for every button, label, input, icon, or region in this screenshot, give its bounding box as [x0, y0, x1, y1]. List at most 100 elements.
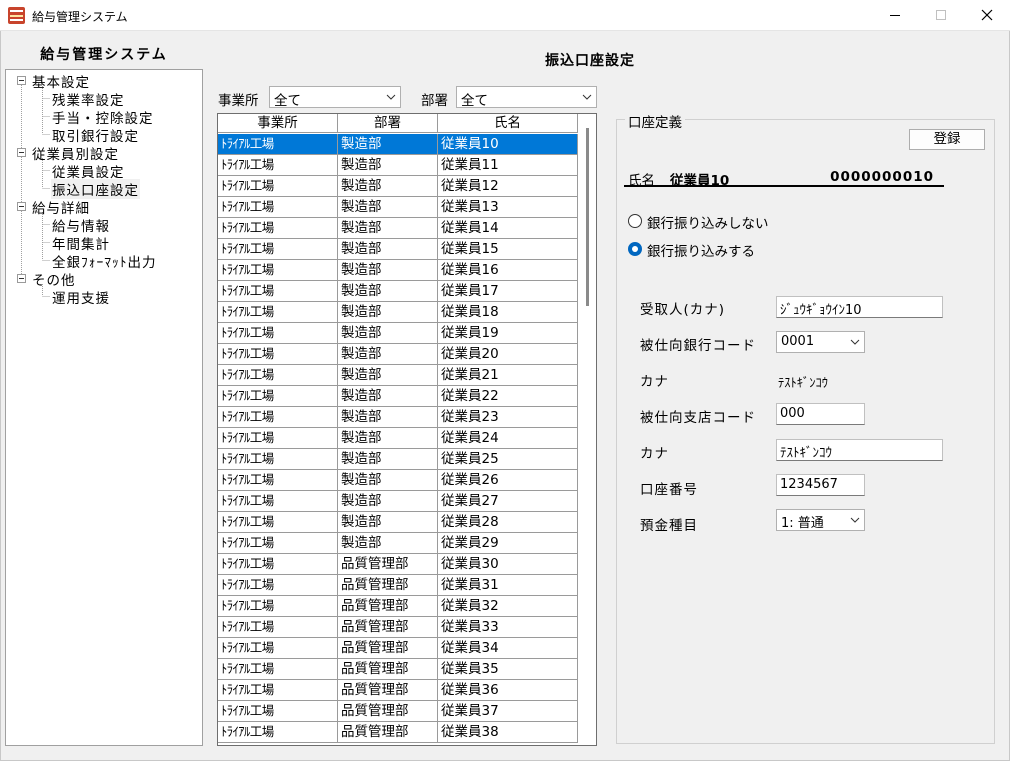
cell-name: 従業員11: [438, 155, 578, 175]
cell-office: ﾄﾗｲｱﾙ工場: [218, 722, 338, 742]
table-row[interactable]: ﾄﾗｲｱﾙ工場 品質管理部 従業員31: [218, 575, 578, 596]
cell-name: 従業員15: [438, 239, 578, 259]
tree-item-transfer-account[interactable]: 振込口座設定: [51, 179, 140, 199]
account-number-input[interactable]: 1234567: [776, 474, 865, 496]
tree-item-allowance[interactable]: 手当・控除設定: [52, 107, 154, 127]
cell-dept: 製造部: [338, 155, 438, 175]
cell-dept: 製造部: [338, 197, 438, 217]
table-row[interactable]: ﾄﾗｲｱﾙ工場 製造部 従業員25: [218, 449, 578, 470]
cell-name: 従業員22: [438, 386, 578, 406]
collapse-toggle-icon[interactable]: [17, 202, 26, 211]
cell-name: 従業員13: [438, 197, 578, 217]
table-row[interactable]: ﾄﾗｲｱﾙ工場 製造部 従業員24: [218, 428, 578, 449]
dept-filter-select[interactable]: 全て: [456, 86, 597, 109]
close-button[interactable]: [964, 0, 1010, 31]
table-row[interactable]: ﾄﾗｲｱﾙ工場 品質管理部 従業員38: [218, 722, 578, 743]
cell-dept: 製造部: [338, 176, 438, 196]
cell-dept: 製造部: [338, 302, 438, 322]
cell-dept: 品質管理部: [338, 638, 438, 658]
table-scrollbar[interactable]: [579, 114, 596, 745]
cell-office: ﾄﾗｲｱﾙ工場: [218, 365, 338, 385]
table-row[interactable]: ﾄﾗｲｱﾙ工場 製造部 従業員23: [218, 407, 578, 428]
radio-no-transfer[interactable]: [628, 214, 642, 228]
tree-item-employee-settings[interactable]: 従業員設定: [52, 161, 125, 181]
tree-group-other[interactable]: その他: [32, 269, 76, 289]
radio-no-transfer-label[interactable]: 銀行振り込みしない: [647, 212, 769, 232]
tree-item-bank[interactable]: 取引銀行設定: [52, 125, 139, 145]
cell-name: 従業員31: [438, 575, 578, 595]
table-row[interactable]: ﾄﾗｲｱﾙ工場 製造部 従業員28: [218, 512, 578, 533]
table-row[interactable]: ﾄﾗｲｱﾙ工場 製造部 従業員21: [218, 365, 578, 386]
tree-item-support[interactable]: 運用支援: [52, 287, 110, 307]
tree-group-salary[interactable]: 給与詳細: [32, 197, 90, 217]
navigation-tree[interactable]: 基本設定 残業率設定 手当・控除設定 取引銀行設定 従業員別設定 従業員設定 振…: [5, 69, 203, 746]
column-header-name[interactable]: 氏名: [438, 114, 578, 133]
table-row[interactable]: ﾄﾗｲｱﾙ工場 品質管理部 従業員33: [218, 617, 578, 638]
tree-group-employee[interactable]: 従業員別設定: [32, 143, 119, 163]
payee-kana-input[interactable]: ｼﾞｭｳｷﾞｮｳｲﾝ10: [776, 296, 943, 318]
employee-table[interactable]: 事業所 部署 氏名 ﾄﾗｲｱﾙ工場 製造部 従業員10 ﾄﾗｲｱﾙ工場 製造部 従業員11…: [217, 113, 597, 746]
table-row[interactable]: ﾄﾗｲｱﾙ工場 品質管理部 従業員37: [218, 701, 578, 722]
cell-dept: 製造部: [338, 449, 438, 469]
cell-dept: 製造部: [338, 512, 438, 532]
tree-item-zengin-export[interactable]: 全銀ﾌｫｰﾏｯﾄ出力: [52, 251, 157, 271]
table-row[interactable]: ﾄﾗｲｱﾙ工場 製造部 従業員27: [218, 491, 578, 512]
table-row[interactable]: ﾄﾗｲｱﾙ工場 製造部 従業員14: [218, 218, 578, 239]
table-row[interactable]: ﾄﾗｲｱﾙ工場 製造部 従業員12: [218, 176, 578, 197]
table-row[interactable]: ﾄﾗｲｱﾙ工場 製造部 従業員11: [218, 155, 578, 176]
tree-item-salary-info[interactable]: 給与情報: [52, 215, 110, 235]
title-bar: 給与管理システム: [0, 0, 1010, 31]
maximize-button[interactable]: [918, 0, 964, 31]
collapse-toggle-icon[interactable]: [17, 274, 26, 283]
table-row[interactable]: ﾄﾗｲｱﾙ工場 品質管理部 従業員30: [218, 554, 578, 575]
tree-group-basic[interactable]: 基本設定: [32, 71, 90, 91]
tree-item-annual[interactable]: 年間集計: [52, 233, 110, 253]
cell-office: ﾄﾗｲｱﾙ工場: [218, 344, 338, 364]
cell-name: 従業員26: [438, 470, 578, 490]
scrollbar-thumb[interactable]: [586, 128, 589, 306]
deposit-type-label: 預金種目: [640, 518, 698, 534]
table-row[interactable]: ﾄﾗｲｱﾙ工場 製造部 従業員18: [218, 302, 578, 323]
tree-item-overtime-rate[interactable]: 残業率設定: [52, 89, 125, 109]
cell-office: ﾄﾗｲｱﾙ工場: [218, 239, 338, 259]
table-row[interactable]: ﾄﾗｲｱﾙ工場 品質管理部 従業員34: [218, 638, 578, 659]
branch-kana-label: カナ: [640, 446, 669, 462]
cell-name: 従業員18: [438, 302, 578, 322]
table-row[interactable]: ﾄﾗｲｱﾙ工場 製造部 従業員10: [218, 134, 578, 155]
branch-code-input[interactable]: 000: [776, 403, 865, 425]
branch-kana-input[interactable]: ﾃｽﾄｷﾞﾝｺｳ: [776, 439, 943, 461]
table-row[interactable]: ﾄﾗｲｱﾙ工場 製造部 従業員22: [218, 386, 578, 407]
radio-transfer[interactable]: [628, 242, 642, 256]
cell-dept: 製造部: [338, 281, 438, 301]
office-filter-select[interactable]: 全て: [269, 86, 401, 109]
column-header-office[interactable]: 事業所: [218, 114, 338, 133]
bank-code-select[interactable]: 0001: [776, 331, 865, 353]
table-row[interactable]: ﾄﾗｲｱﾙ工場 製造部 従業員19: [218, 323, 578, 344]
dept-filter-value: 全て: [461, 93, 488, 109]
chevron-down-icon: [582, 94, 592, 100]
cell-name: 従業員29: [438, 533, 578, 553]
table-row[interactable]: ﾄﾗｲｱﾙ工場 製造部 従業員15: [218, 239, 578, 260]
register-button[interactable]: 登録: [909, 129, 985, 150]
table-row[interactable]: ﾄﾗｲｱﾙ工場 品質管理部 従業員35: [218, 659, 578, 680]
table-row[interactable]: ﾄﾗｲｱﾙ工場 製造部 従業員29: [218, 533, 578, 554]
bank-kana-label: カナ: [640, 374, 669, 390]
table-row[interactable]: ﾄﾗｲｱﾙ工場 製造部 従業員13: [218, 197, 578, 218]
collapse-toggle-icon[interactable]: [17, 148, 26, 157]
office-filter-value: 全て: [274, 93, 301, 109]
table-row[interactable]: ﾄﾗｲｱﾙ工場 製造部 従業員16: [218, 260, 578, 281]
cell-name: 従業員12: [438, 176, 578, 196]
cell-office: ﾄﾗｲｱﾙ工場: [218, 533, 338, 553]
collapse-toggle-icon[interactable]: [17, 76, 26, 85]
minimize-button[interactable]: [872, 0, 918, 31]
table-row[interactable]: ﾄﾗｲｱﾙ工場 製造部 従業員26: [218, 470, 578, 491]
cell-office: ﾄﾗｲｱﾙ工場: [218, 470, 338, 490]
cell-dept: 製造部: [338, 491, 438, 511]
deposit-type-select[interactable]: 1: 普通: [776, 509, 865, 531]
table-row[interactable]: ﾄﾗｲｱﾙ工場 品質管理部 従業員32: [218, 596, 578, 617]
table-row[interactable]: ﾄﾗｲｱﾙ工場 製造部 従業員17: [218, 281, 578, 302]
table-row[interactable]: ﾄﾗｲｱﾙ工場 製造部 従業員20: [218, 344, 578, 365]
table-row[interactable]: ﾄﾗｲｱﾙ工場 品質管理部 従業員36: [218, 680, 578, 701]
column-header-dept[interactable]: 部署: [338, 114, 438, 133]
radio-transfer-label[interactable]: 銀行振り込みする: [647, 240, 755, 260]
